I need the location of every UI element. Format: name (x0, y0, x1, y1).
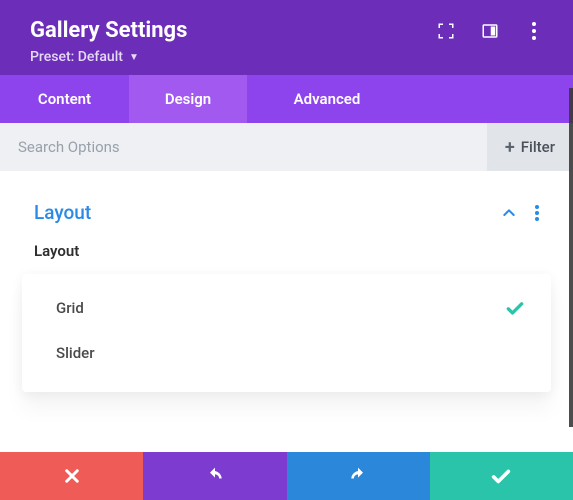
cancel-button[interactable] (0, 452, 143, 500)
undo-button[interactable] (143, 452, 286, 500)
plus-icon: + (505, 137, 515, 158)
tabs: Content Design Advanced (0, 75, 573, 123)
confirm-button[interactable] (430, 452, 573, 500)
layout-options: Grid Slider (22, 274, 551, 392)
collapse-icon[interactable] (501, 205, 517, 221)
expand-icon[interactable] (437, 22, 455, 40)
redo-button[interactable] (287, 452, 430, 500)
page-title: Gallery Settings (30, 18, 187, 43)
check-icon (505, 298, 525, 318)
section-menu-icon[interactable] (535, 205, 539, 221)
option-grid[interactable]: Grid (22, 284, 551, 330)
settings-header: Gallery Settings Preset: Default ▼ (0, 0, 573, 75)
panel-icon[interactable] (481, 22, 499, 40)
search-row: + Filter (0, 123, 573, 171)
tab-content[interactable]: Content (0, 75, 129, 123)
option-label: Grid (56, 299, 84, 317)
section-title: Layout (34, 201, 91, 224)
search-input[interactable] (0, 138, 487, 156)
option-label: Slider (56, 344, 95, 362)
section-header: Layout (34, 201, 539, 224)
tab-design[interactable]: Design (129, 75, 247, 123)
tab-advanced[interactable]: Advanced (247, 75, 407, 123)
option-slider[interactable]: Slider (22, 330, 551, 374)
more-icon[interactable] (525, 22, 543, 40)
field-label: Layout (34, 242, 551, 260)
caret-down-icon: ▼ (129, 52, 139, 63)
scrollbar[interactable] (569, 88, 573, 427)
filter-label: Filter (521, 138, 555, 156)
preset-label: Preset: Default (30, 49, 123, 65)
preset-selector[interactable]: Preset: Default ▼ (30, 49, 543, 65)
filter-button[interactable]: + Filter (487, 123, 573, 171)
header-icon-group (437, 22, 543, 40)
footer-actions (0, 452, 573, 500)
options-area: Layout Layout Grid Slide (0, 171, 573, 392)
